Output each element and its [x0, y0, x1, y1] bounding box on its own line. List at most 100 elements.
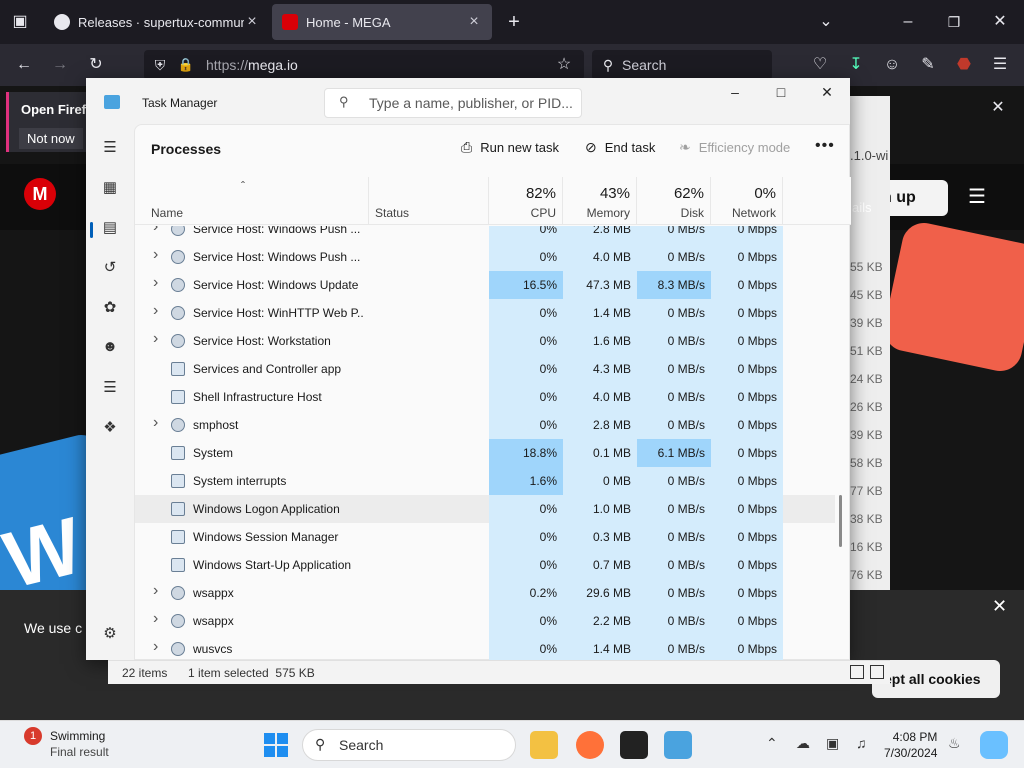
not-now-button[interactable]: Not now [19, 128, 83, 149]
copilot-icon[interactable] [980, 731, 1008, 759]
tab-list-icon[interactable]: ▣ [8, 10, 32, 34]
chevron-right-icon[interactable]: › [153, 414, 158, 432]
page-menu-icon[interactable]: ☰ [968, 184, 986, 209]
efficiency-mode-button[interactable]: ❧ Efficiency mode [679, 139, 790, 156]
table-row[interactable]: System interrupts 1.6% 0 MB 0 MB/s 0 Mbps [135, 467, 835, 495]
table-row[interactable]: › Service Host: Windows Push ... 0% 4.0 MB 0… [135, 243, 835, 271]
url-text[interactable]: https://mega.io [206, 57, 298, 73]
file-explorer-icon[interactable] [530, 731, 558, 759]
inkscape-icon[interactable] [620, 731, 648, 759]
table-row[interactable]: Shell Infrastructure Host 0% 4.0 MB 0 MB/s 0… [135, 383, 835, 411]
accept-cookies-button[interactable]: ept all cookies [872, 660, 1000, 698]
end-task-button[interactable]: ⊘ End task [585, 139, 655, 156]
app-history-icon[interactable]: ↺ [100, 258, 120, 278]
table-row[interactable]: › Service Host: Workstation 0% 1.6 MB 0 MB/s… [135, 327, 835, 355]
close-tab-icon[interactable]: × [466, 13, 482, 31]
network-icon[interactable]: ☁ [796, 735, 810, 752]
performance-icon[interactable]: ▤ [100, 218, 120, 238]
chevron-right-icon[interactable]: › [153, 246, 158, 264]
display-icon[interactable]: ▣ [826, 735, 839, 752]
chevron-right-icon[interactable]: › [153, 610, 158, 628]
processes-icon[interactable]: ▦ [100, 178, 120, 198]
taskbar-search[interactable]: ⚲ Search [302, 729, 516, 761]
close-cookie-icon[interactable]: ✕ [992, 596, 1007, 617]
close-window-icon[interactable]: ✕ [988, 10, 1012, 34]
table-row[interactable]: › wusvcs 0% 1.4 MB 0 MB/s 0 Mbps [135, 635, 835, 661]
more-options-icon[interactable]: ••• [815, 137, 835, 155]
details-icon[interactable]: ☰ [100, 378, 120, 398]
table-row[interactable]: Services and Controller app 0% 4.3 MB 0 MB/… [135, 355, 835, 383]
url-bar[interactable]: ⛨ 🔒 https://mega.io ☆ [144, 50, 584, 80]
chevron-right-icon[interactable]: › [153, 226, 158, 236]
tab-releases-supertux[interactable]: Releases · supertux-community × [44, 4, 270, 40]
chevron-down-icon[interactable]: ⌄ [814, 10, 838, 34]
browser-search-box[interactable]: ⚲ Search [592, 50, 772, 80]
chevron-right-icon[interactable]: › [153, 274, 158, 292]
firefox-icon[interactable] [576, 731, 604, 759]
maximize-icon[interactable]: ❐ [942, 10, 966, 34]
details-view-icon[interactable] [850, 665, 864, 679]
task-manager-taskbar-icon[interactable] [664, 731, 692, 759]
table-row[interactable]: System 18.8% 0.1 MB 6.1 MB/s 0 Mbps [135, 439, 835, 467]
table-row[interactable]: › smphost 0% 2.8 MB 0 MB/s 0 Mbps [135, 411, 835, 439]
sound-icon[interactable]: ♫ [856, 735, 867, 751]
run-new-task-button[interactable]: ⎙ Run new task [461, 139, 559, 156]
compact-view-icon[interactable] [870, 665, 884, 679]
download-icon[interactable]: ↧ [844, 53, 868, 77]
app-window-icon [171, 390, 185, 404]
forward-icon[interactable]: → [48, 53, 72, 77]
close-icon[interactable]: ✕ [812, 84, 842, 108]
users-icon[interactable]: ☻ [100, 338, 120, 358]
chevron-right-icon[interactable]: › [153, 330, 158, 348]
extensions-icon[interactable]: ✎ [916, 53, 940, 77]
minimize-icon[interactable]: – [720, 84, 750, 108]
table-row[interactable]: › wsappx 0% 2.2 MB 0 MB/s 0 Mbps [135, 607, 835, 635]
ublock-icon[interactable]: ⬣ [952, 53, 976, 77]
scrollbar-thumb[interactable] [839, 495, 842, 547]
column-memory[interactable]: 43% Memory [563, 177, 637, 225]
table-row[interactable]: › wsappx 0.2% 29.6 MB 0 MB/s 0 Mbps [135, 579, 835, 607]
account-icon[interactable]: ☺ [880, 53, 904, 77]
back-icon[interactable]: ← [12, 53, 36, 77]
reload-icon[interactable]: ↻ [84, 53, 108, 77]
shield-icon[interactable]: ⛨ [148, 53, 172, 77]
hamburger-menu-icon[interactable]: ☰ [100, 138, 120, 158]
search-icon: ⚲ [315, 736, 326, 752]
column-disk[interactable]: 62% Disk [637, 177, 711, 225]
table-row[interactable]: › Service Host: WinHTTP Web P... 0% 1.4 MB 0… [135, 299, 835, 327]
settings-icon[interactable]: ⚙ [100, 624, 120, 644]
startup-apps-icon[interactable]: ✿ [100, 298, 120, 318]
chevron-right-icon[interactable]: › [153, 638, 158, 656]
system-clock[interactable]: 4:08 PM 7/30/2024 [884, 729, 937, 761]
column-name[interactable]: ˆ Name [135, 177, 369, 225]
column-network[interactable]: 0% Network [711, 177, 783, 225]
table-row[interactable]: › Service Host: Windows Push ... 0% 2.8 MB 0… [135, 226, 835, 243]
maximize-icon[interactable]: □ [766, 84, 796, 108]
process-disk: 0 MB/s [667, 334, 705, 348]
bell-icon[interactable]: ♨ [948, 735, 961, 752]
table-row[interactable]: Windows Start-Up Application 0% 0.7 MB 0 MB… [135, 551, 835, 579]
services-icon[interactable]: ❖ [100, 418, 120, 438]
table-row[interactable]: Windows Logon Application 0% 1.0 MB 0 MB/s 0… [135, 495, 835, 523]
new-tab-icon[interactable]: + [502, 10, 526, 34]
chevron-right-icon[interactable]: › [153, 302, 158, 320]
bookmark-star-icon[interactable]: ☆ [552, 53, 576, 77]
pocket-icon[interactable]: ♡ [808, 53, 832, 77]
column-status[interactable]: Status [369, 177, 489, 225]
column-cpu[interactable]: 82% CPU [489, 177, 563, 225]
table-row[interactable]: Windows Session Manager 0% 0.3 MB 0 MB/s 0 M… [135, 523, 835, 551]
process-cpu: 0% [539, 558, 557, 572]
close-tab-icon[interactable]: × [244, 13, 260, 31]
start-button[interactable] [264, 733, 288, 757]
lock-icon[interactable]: 🔒 [174, 53, 198, 77]
tab-home-mega[interactable]: Home - MEGA × [272, 4, 492, 40]
process-disk: 0 MB/s [667, 530, 705, 544]
chevron-up-icon[interactable]: ⌃ [766, 735, 778, 752]
close-notification-icon[interactable]: ✕ [986, 96, 1010, 120]
table-row[interactable]: › Service Host: Windows Update 16.5% 47.3 M… [135, 271, 835, 299]
menu-icon[interactable]: ☰ [988, 53, 1012, 77]
mega-logo[interactable]: M [24, 178, 56, 210]
process-search-input[interactable]: ⚲ Type a name, publisher, or PID... [324, 88, 582, 118]
minimize-icon[interactable]: – [896, 10, 920, 34]
chevron-right-icon[interactable]: › [153, 582, 158, 600]
